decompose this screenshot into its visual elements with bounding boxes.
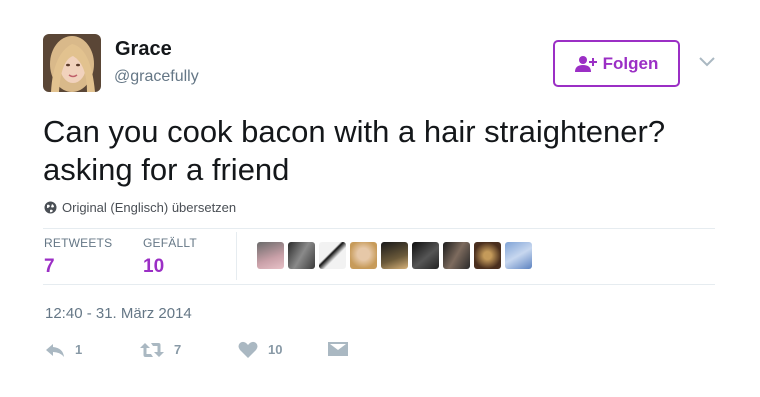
liker-avatar[interactable] [505, 242, 532, 269]
retweets-value: 7 [44, 256, 55, 277]
tweet-timestamp[interactable]: 12:40 - 31. März 2014 [45, 305, 192, 322]
add-user-icon [574, 55, 597, 72]
tweet-text-line-2: asking for a friend [43, 152, 290, 187]
like-count: 10 [268, 342, 283, 357]
like-action[interactable]: 10 [238, 341, 328, 358]
divider-top [43, 228, 715, 229]
reply-action[interactable]: 1 [45, 342, 140, 358]
retweet-icon [140, 342, 164, 357]
avatar[interactable] [43, 34, 101, 92]
liker-avatar[interactable] [412, 242, 439, 269]
follow-button[interactable]: Folgen [553, 40, 680, 87]
retweet-count: 7 [174, 342, 182, 357]
liker-avatar[interactable] [288, 242, 315, 269]
direct-message-action[interactable] [328, 341, 348, 358]
reply-icon [46, 343, 64, 357]
liker-avatar[interactable] [443, 242, 470, 269]
display-name[interactable]: Grace [115, 38, 172, 61]
retweets-stat[interactable]: RETWEETS 7 [44, 236, 112, 278]
reply-count: 1 [75, 342, 83, 357]
retweet-action[interactable]: 7 [140, 342, 238, 358]
tweet-text-line-1: Can you cook bacon with a hair straighte… [43, 114, 666, 149]
chevron-down-icon[interactable] [698, 56, 716, 68]
translate-link[interactable]: Original (Englisch) übersetzen [44, 200, 236, 215]
avatar-image [43, 34, 101, 92]
follow-button-label: Folgen [602, 53, 659, 73]
liker-avatar[interactable] [257, 242, 284, 269]
liker-avatar[interactable] [319, 242, 346, 269]
likes-value: 10 [143, 256, 165, 277]
translate-label: Original (Englisch) übersetzen [62, 200, 237, 215]
likes-stat[interactable]: GEFÄLLT 10 [143, 236, 197, 278]
liker-avatar[interactable] [474, 242, 501, 269]
liker-avatar[interactable] [381, 242, 408, 269]
divider-bottom [43, 284, 715, 285]
heart-icon [238, 341, 258, 358]
user-handle[interactable]: @gracefully [114, 68, 199, 86]
stats-separator [236, 232, 237, 280]
tweet-text: Can you cook bacon with a hair straighte… [43, 113, 743, 189]
liker-avatar[interactable] [350, 242, 377, 269]
direct-message-icon [328, 341, 348, 356]
retweets-label: RETWEETS [44, 236, 113, 250]
globe-icon [44, 201, 57, 214]
likers-avatar-list [257, 242, 532, 269]
likes-label: GEFÄLLT [143, 236, 197, 250]
tweet-actions: 1 7 10 [45, 341, 348, 358]
